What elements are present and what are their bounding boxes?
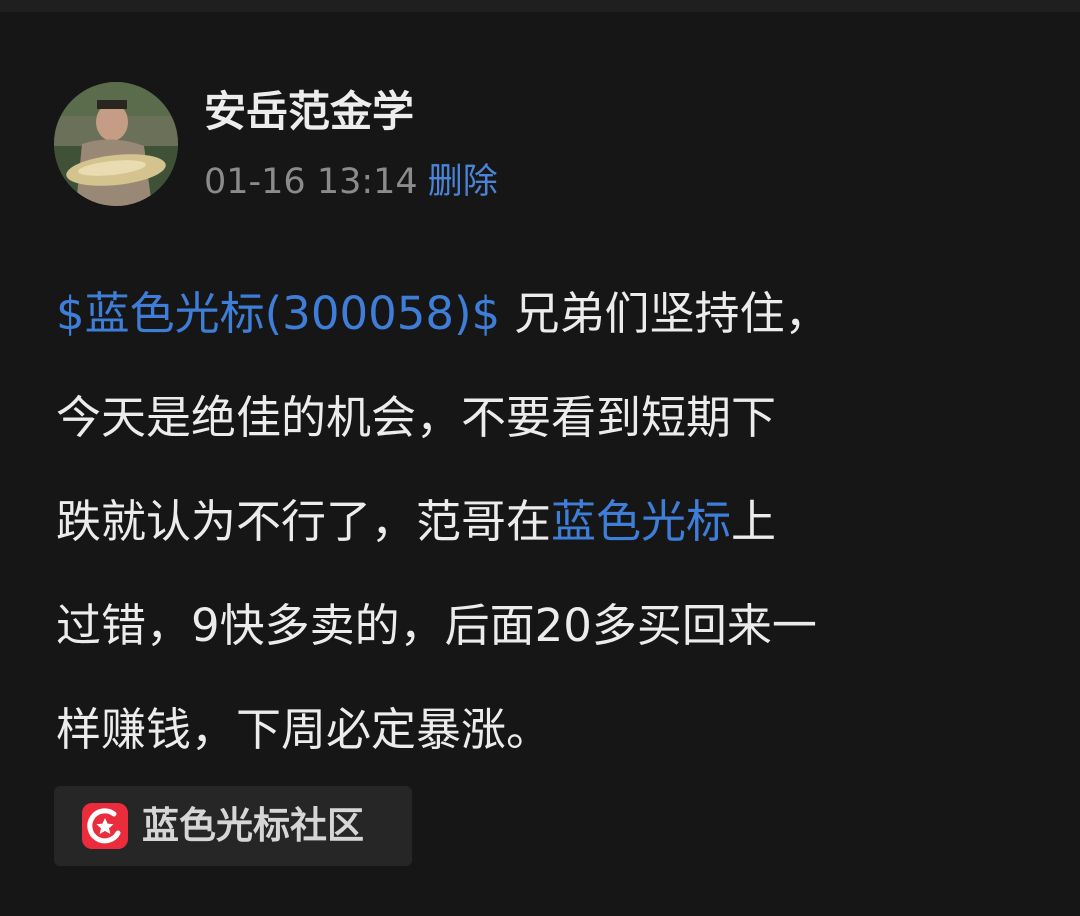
post-line: 过错，9快多卖的，后面20多买回来一 (56, 574, 1046, 678)
stock-link[interactable]: 蓝色光标 (551, 495, 731, 548)
post-line: 今天是绝佳的机会，不要看到短期下 (56, 366, 1046, 470)
post-text: 样赚钱，下周必定暴涨。 (56, 703, 552, 756)
avatar-photo (54, 82, 178, 206)
community-logo-icon (82, 803, 128, 849)
post-timestamp: 01-16 13:14 (204, 162, 418, 202)
avatar[interactable] (54, 82, 178, 206)
post-text: 上 (731, 495, 777, 548)
top-edge (0, 0, 1080, 12)
delete-button[interactable]: 删除 (428, 162, 498, 202)
post-text: 跌就认为不行了，范哥在 (56, 495, 552, 548)
post-text: 兄弟们坚持住， (500, 287, 830, 340)
community-label: 蓝色光标社区 (142, 804, 364, 847)
post-line: $蓝色光标(300058)$ 兄弟们坚持住， (56, 262, 1046, 366)
post-line: 样赚钱，下周必定暴涨。 (56, 678, 1046, 782)
post-body: $蓝色光标(300058)$ 兄弟们坚持住， 今天是绝佳的机会，不要看到短期下 跌就… (56, 262, 1046, 782)
stock-link[interactable]: $蓝色光标(300058)$ (56, 287, 500, 340)
post-text: 今天是绝佳的机会，不要看到短期下 (56, 391, 777, 444)
community-chip[interactable]: 蓝色光标社区 (54, 786, 412, 866)
post-text: 过错，9快多卖的，后面20多买回来一 (56, 599, 817, 652)
post-meta: 01-16 13:14 删除 (204, 158, 498, 206)
post-line: 跌就认为不行了，范哥在蓝色光标上 (56, 470, 1046, 574)
username[interactable]: 安岳范金学 (204, 84, 414, 140)
